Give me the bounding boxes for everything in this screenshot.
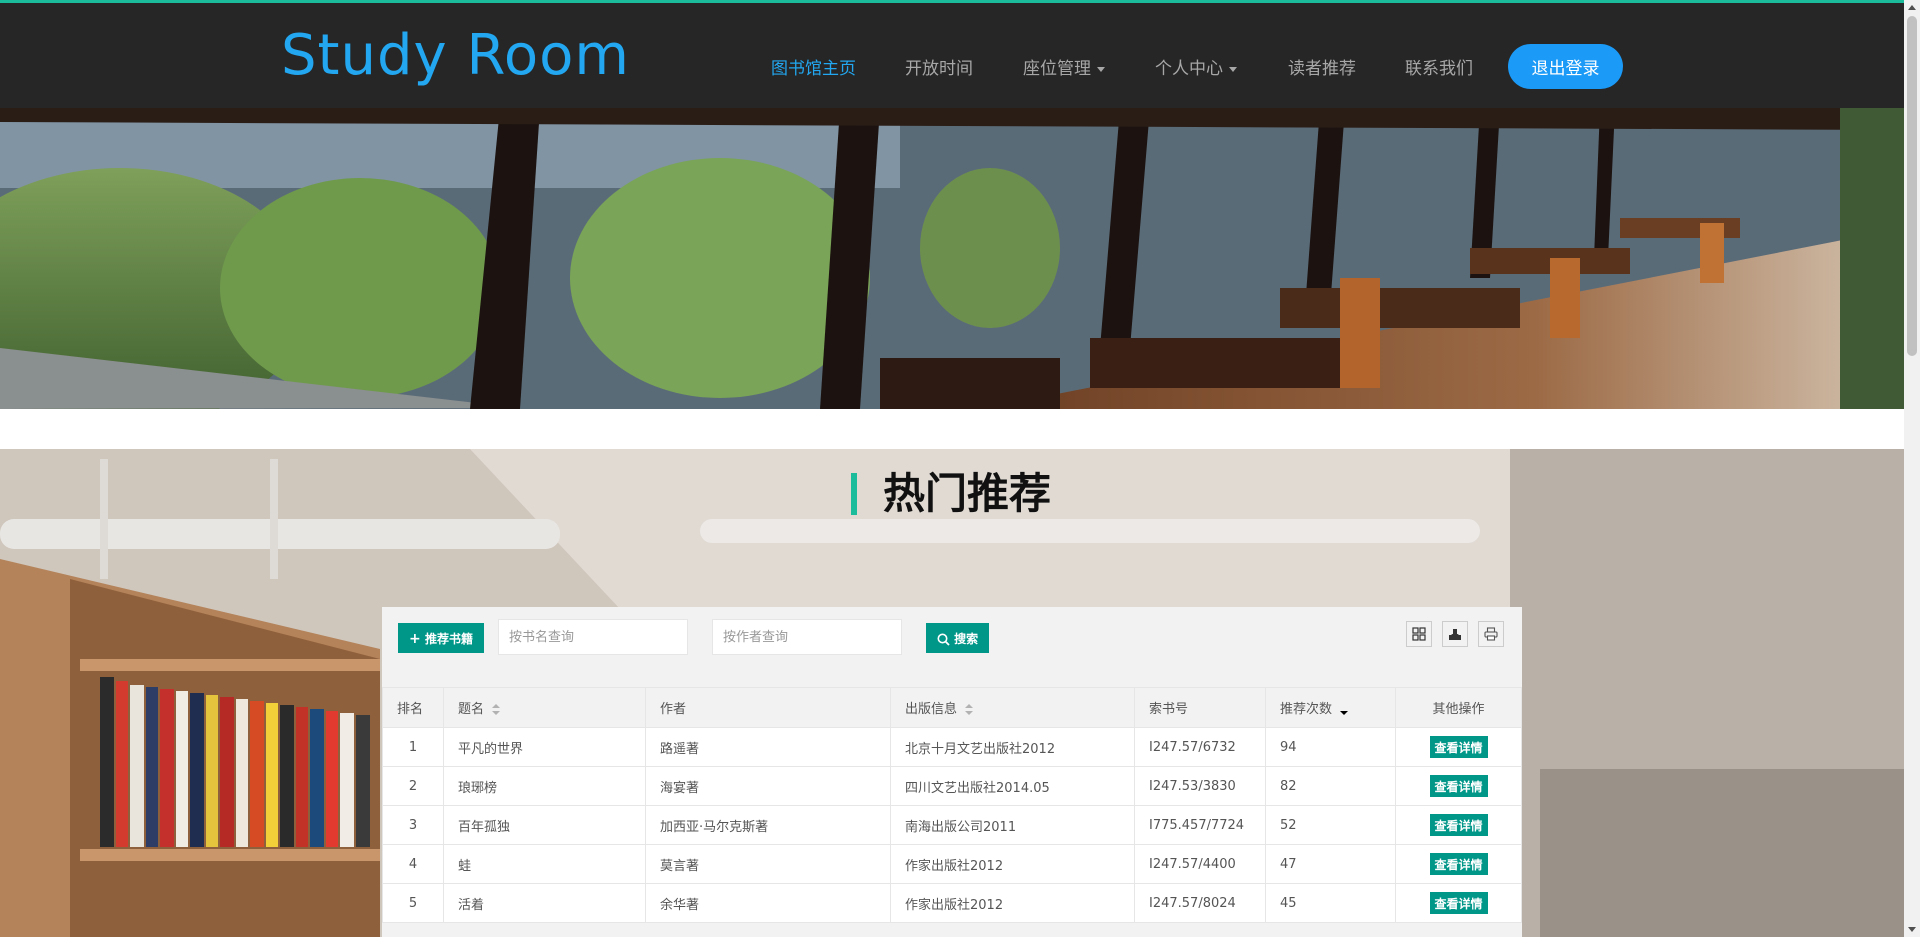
chevron-down-icon [1229, 66, 1237, 72]
cell-actions: 查看详情 [1395, 883, 1522, 923]
table-row: 3 百年孤独 加西亚·马尔克斯著 南海出版公司2011 I775.457/772… [382, 805, 1522, 845]
cell-recommend-count: 45 [1265, 883, 1396, 923]
sort-icon [965, 703, 974, 716]
plus-icon: + [409, 630, 421, 647]
cell-publication: 作家出版社2012 [890, 844, 1135, 884]
nav-item-personal-center-label: 个人中心 [1155, 59, 1223, 79]
sort-desc-icon [1340, 704, 1349, 716]
cell-title: 蛙 [443, 844, 646, 884]
search-button[interactable]: 搜索 [926, 623, 989, 653]
view-details-button[interactable]: 查看详情 [1429, 853, 1488, 875]
table-row: 4 蛙 莫言著 作家出版社2012 I247.57/4400 47 查看详情 [382, 844, 1522, 884]
col-header-title[interactable]: 题名 [443, 687, 646, 728]
cell-recommend-count: 52 [1265, 805, 1396, 845]
cell-actions: 查看详情 [1395, 805, 1522, 845]
col-header-publication[interactable]: 出版信息 [890, 687, 1135, 728]
col-header-publication-label: 出版信息 [905, 702, 958, 717]
author-search-input[interactable] [712, 619, 902, 655]
cell-call-number: I247.57/6732 [1134, 727, 1266, 767]
view-details-button[interactable]: 查看详情 [1429, 736, 1488, 758]
add-book-button[interactable]: + 推荐书籍 [398, 623, 484, 653]
search-icon [937, 633, 950, 646]
cell-actions: 查看详情 [1395, 727, 1522, 767]
section-title: 热门推荐 [851, 473, 1051, 515]
cell-publication: 南海出版公司2011 [890, 805, 1135, 845]
table-row: 2 琅琊榜 海宴著 四川文艺出版社2014.05 I247.53/3830 82… [382, 766, 1522, 806]
cell-rank: 4 [382, 844, 444, 884]
hot-recommend-section: 热门推荐 + 推荐书籍 搜索 [0, 449, 1904, 937]
recommend-table: 排名 题名 作者 出版信息 索书号 推荐次数 其他操作 1 平凡的世界 路遥著 … [382, 687, 1522, 923]
print-icon [1484, 627, 1498, 641]
col-header-title-label: 题名 [458, 702, 485, 717]
columns-toggle-button[interactable] [1406, 621, 1432, 647]
nav-item-seat-management[interactable]: 座位管理 [1023, 54, 1105, 79]
book-title-search-input[interactable] [498, 619, 688, 655]
nav-item-opening-hours[interactable]: 开放时间 [905, 54, 973, 79]
cell-actions: 查看详情 [1395, 766, 1522, 806]
search-button-label: 搜索 [954, 631, 979, 646]
cell-call-number: I775.457/7724 [1134, 805, 1266, 845]
view-details-button[interactable]: 查看详情 [1429, 814, 1488, 836]
print-button[interactable] [1478, 621, 1504, 647]
nav-item-contact[interactable]: 联系我们 [1405, 54, 1473, 79]
nav-item-seat-management-label: 座位管理 [1023, 59, 1091, 79]
col-header-author: 作者 [645, 687, 891, 728]
cell-rank: 3 [382, 805, 444, 845]
cell-title: 活着 [443, 883, 646, 923]
cell-call-number: I247.53/3830 [1134, 766, 1266, 806]
add-book-button-label: 推荐书籍 [424, 631, 473, 646]
view-details-button[interactable]: 查看详情 [1429, 892, 1488, 914]
col-header-recommend-count[interactable]: 推荐次数 [1265, 687, 1396, 728]
cell-author: 海宴著 [645, 766, 891, 806]
col-header-call-number: 索书号 [1134, 687, 1266, 728]
export-button[interactable] [1442, 621, 1468, 647]
chevron-down-icon [1097, 66, 1105, 72]
nav-item-home[interactable]: 图书馆主页 [771, 54, 856, 79]
col-header-recommend-count-label: 推荐次数 [1280, 702, 1333, 717]
cell-publication: 四川文艺出版社2014.05 [890, 766, 1135, 806]
recommend-table-panel: + 推荐书籍 搜索 [382, 607, 1522, 937]
cell-author: 莫言著 [645, 844, 891, 884]
cell-title: 百年孤独 [443, 805, 646, 845]
scroll-down-icon[interactable] [1908, 927, 1916, 932]
top-navbar: Study Room 图书馆主页 开放时间 座位管理 个人中心 读者推荐 联系我… [0, 0, 1904, 108]
cell-recommend-count: 47 [1265, 844, 1396, 884]
cell-call-number: I247.57/8024 [1134, 883, 1266, 923]
hero-banner-image [0, 108, 1904, 409]
table-row: 5 活着 余华著 作家出版社2012 I247.57/8024 45 查看详情 [382, 883, 1522, 923]
cell-recommend-count: 94 [1265, 727, 1396, 767]
sort-icon [492, 703, 501, 716]
page-scrollbar[interactable] [1904, 0, 1920, 937]
cell-actions: 查看详情 [1395, 844, 1522, 884]
cell-title: 平凡的世界 [443, 727, 646, 767]
table-header-row: 排名 题名 作者 出版信息 索书号 推荐次数 其他操作 [382, 687, 1522, 728]
cell-rank: 5 [382, 883, 444, 923]
cell-publication: 作家出版社2012 [890, 883, 1135, 923]
brand-logo[interactable]: Study Room [281, 23, 630, 88]
nav-item-personal-center[interactable]: 个人中心 [1155, 54, 1237, 79]
cell-author: 加西亚·马尔克斯著 [645, 805, 891, 845]
logout-button[interactable]: 退出登录 [1508, 44, 1623, 89]
cell-recommend-count: 82 [1265, 766, 1396, 806]
cell-rank: 2 [382, 766, 444, 806]
table-row: 1 平凡的世界 路遥著 北京十月文艺出版社2012 I247.57/6732 9… [382, 727, 1522, 767]
library-window-photo [0, 108, 1904, 409]
cell-author: 路遥著 [645, 727, 891, 767]
nav-item-reader-recommend[interactable]: 读者推荐 [1288, 54, 1356, 79]
col-header-actions: 其他操作 [1395, 687, 1522, 728]
export-icon [1449, 629, 1461, 640]
scrollbar-thumb[interactable] [1907, 16, 1917, 356]
cell-publication: 北京十月文艺出版社2012 [890, 727, 1135, 767]
scroll-up-icon[interactable] [1908, 5, 1916, 10]
cell-rank: 1 [382, 727, 444, 767]
cell-author: 余华著 [645, 883, 891, 923]
col-header-rank: 排名 [382, 687, 444, 728]
columns-icon [1412, 627, 1426, 641]
cell-title: 琅琊榜 [443, 766, 646, 806]
cell-call-number: I247.57/4400 [1134, 844, 1266, 884]
view-details-button[interactable]: 查看详情 [1429, 775, 1488, 797]
